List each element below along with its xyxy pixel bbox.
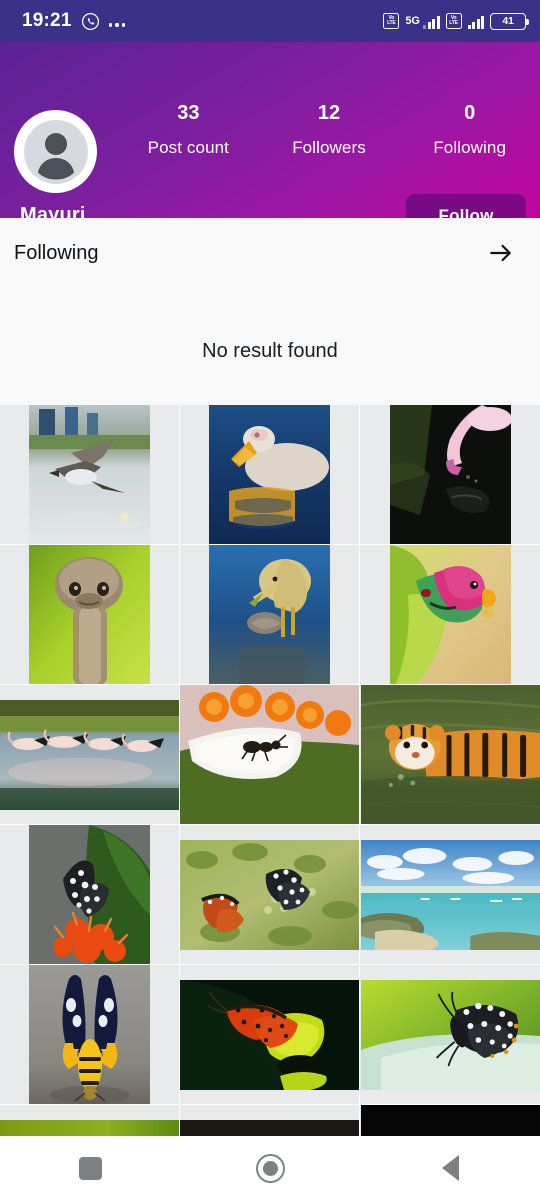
photo-flamingo-in-dark-water xyxy=(389,405,511,544)
photo-cell[interactable] xyxy=(180,685,359,824)
stat-label: Followers xyxy=(292,138,366,157)
photo-two-butterflies-on-shrub xyxy=(180,839,359,950)
photo-cell[interactable] xyxy=(360,825,540,964)
photo-row xyxy=(0,685,540,824)
following-title: Following xyxy=(14,241,99,264)
photo-cell[interactable] xyxy=(180,965,359,1104)
photo-plum-headed-parakeet xyxy=(389,545,511,684)
photo-yellow-black-moth xyxy=(29,965,150,1104)
back-button[interactable] xyxy=(360,1155,540,1181)
follow-button[interactable]: Follow xyxy=(406,194,526,218)
photo-row xyxy=(0,965,540,1104)
photo-bird-taking-off-over-water xyxy=(29,405,150,544)
photo-cell[interactable] xyxy=(360,965,540,1104)
photo-ant-on-white-petal xyxy=(180,685,359,824)
photo-turquoise-beach-lagoon xyxy=(360,839,540,950)
photo-cell[interactable] xyxy=(0,685,179,824)
avatar[interactable] xyxy=(14,110,97,193)
signal-bars-sim2-icon xyxy=(467,14,484,29)
battery-icon: 41 xyxy=(490,12,529,30)
photo-orange-butterfly-on-leaf xyxy=(180,979,359,1090)
following-section: Following No result found xyxy=(0,218,540,405)
photo-pelican-swimming xyxy=(209,405,330,544)
volte-sim2-bottom: LTE xyxy=(449,20,458,26)
photo-cell[interactable] xyxy=(360,545,540,684)
photo-cell[interactable] xyxy=(0,965,179,1104)
home-circle-icon xyxy=(255,1153,285,1183)
photo-row xyxy=(0,825,540,964)
stat-followers[interactable]: 12 Followers xyxy=(259,102,400,158)
photo-tiger-in-water xyxy=(360,685,540,824)
whatsapp-icon xyxy=(81,12,100,31)
photo-row xyxy=(0,545,540,684)
status-bar-right: Vo LTE 5G Vo LTE 41 xyxy=(383,12,529,30)
volte-sim1-icon: Vo LTE xyxy=(383,13,400,29)
network-type-label: 5G xyxy=(405,15,420,27)
photo-cell[interactable] xyxy=(180,825,359,964)
home-button[interactable] xyxy=(180,1153,360,1183)
volte-sim2-icon: Vo LTE xyxy=(445,13,462,29)
photo-cell[interactable] xyxy=(0,545,179,684)
stat-post-count[interactable]: 33 Post count xyxy=(118,102,259,158)
profile-stats: 33 Post count 12 Followers 0 Following xyxy=(118,102,540,158)
profile-username: Mayuri xyxy=(20,204,86,218)
recents-square-icon xyxy=(78,1156,102,1180)
photo-pond-heron-with-fish xyxy=(209,545,330,684)
signal-bars-sim1-icon xyxy=(423,14,440,29)
stat-value: 12 xyxy=(317,102,341,124)
person-avatar-icon xyxy=(23,119,88,184)
stat-following[interactable]: 0 Following xyxy=(399,102,540,158)
status-bar: 19:21 Vo LTE 5G Vo LTE 41 xyxy=(0,0,540,42)
status-bar-clock: 19:21 xyxy=(22,10,72,31)
photo-cell[interactable] xyxy=(0,405,179,544)
photo-cell[interactable] xyxy=(360,405,540,544)
photo-row xyxy=(0,405,540,544)
photo-grid xyxy=(0,405,540,1145)
battery-level-label: 41 xyxy=(502,15,514,27)
photo-cell[interactable] xyxy=(360,685,540,824)
system-navigation-bar xyxy=(0,1136,540,1200)
photo-white-spotted-butterfly xyxy=(360,979,540,1090)
photo-butterfly-on-red-flower xyxy=(29,825,150,964)
recents-button[interactable] xyxy=(0,1156,180,1180)
back-triangle-icon xyxy=(441,1155,459,1181)
photo-cell[interactable] xyxy=(0,825,179,964)
stat-label: Following xyxy=(433,138,507,157)
photo-cell[interactable] xyxy=(180,405,359,544)
stat-value: 0 xyxy=(464,102,476,124)
stat-value: 33 xyxy=(177,102,200,124)
photo-ostrich-head-closeup xyxy=(29,545,150,684)
photo-cell[interactable] xyxy=(180,545,359,684)
arrow-right-icon[interactable] xyxy=(488,240,514,266)
empty-state-text: No result found xyxy=(202,340,338,362)
following-header-row: Following xyxy=(0,218,540,266)
photo-flamingos-flock-on-lake xyxy=(0,699,179,810)
profile-header: 33 Post count 12 Followers 0 Following M… xyxy=(0,42,540,218)
stat-label: Post count xyxy=(147,138,229,157)
status-bar-left: 19:21 xyxy=(22,10,126,32)
volte-sim1-bottom: LTE xyxy=(387,20,396,26)
more-dots-icon xyxy=(108,12,126,31)
